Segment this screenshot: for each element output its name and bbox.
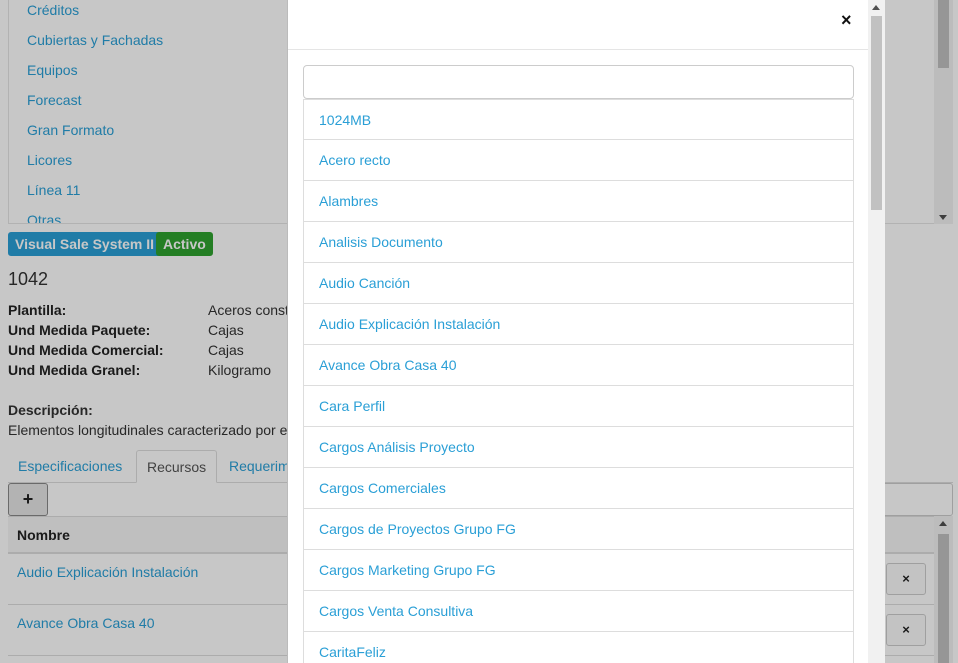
close-icon[interactable]: ×	[841, 10, 852, 30]
modal-scrollbar[interactable]	[868, 0, 885, 663]
option-item[interactable]: CaritaFeliz	[303, 632, 854, 663]
option-item[interactable]: Acero recto	[303, 140, 854, 181]
modal-header: ×	[288, 0, 870, 50]
option-item[interactable]: Audio Canción	[303, 263, 854, 304]
option-item[interactable]: Cargos Comerciales	[303, 468, 854, 509]
option-item[interactable]: Cargos de Proyectos Grupo FG	[303, 509, 854, 550]
option-item[interactable]: Alambres	[303, 181, 854, 222]
scrollbar-thumb[interactable]	[871, 16, 882, 210]
option-item[interactable]: Avance Obra Casa 40	[303, 345, 854, 386]
select-modal: × 1024MB Acero recto Alambres Analisis D…	[287, 0, 871, 663]
option-item[interactable]: 1024MB	[303, 99, 854, 140]
option-item[interactable]: Cargos Venta Consultiva	[303, 591, 854, 632]
option-item[interactable]: Cargos Marketing Grupo FG	[303, 550, 854, 591]
scroll-up-arrow-icon[interactable]	[872, 5, 880, 10]
option-item[interactable]: Analisis Documento	[303, 222, 854, 263]
option-item[interactable]: Cargos Análisis Proyecto	[303, 427, 854, 468]
option-item[interactable]: Cara Perfil	[303, 386, 854, 427]
option-item[interactable]: Audio Explicación Instalación	[303, 304, 854, 345]
option-list: 1024MB Acero recto Alambres Analisis Doc…	[303, 99, 854, 663]
modal-search-input[interactable]	[303, 65, 854, 99]
